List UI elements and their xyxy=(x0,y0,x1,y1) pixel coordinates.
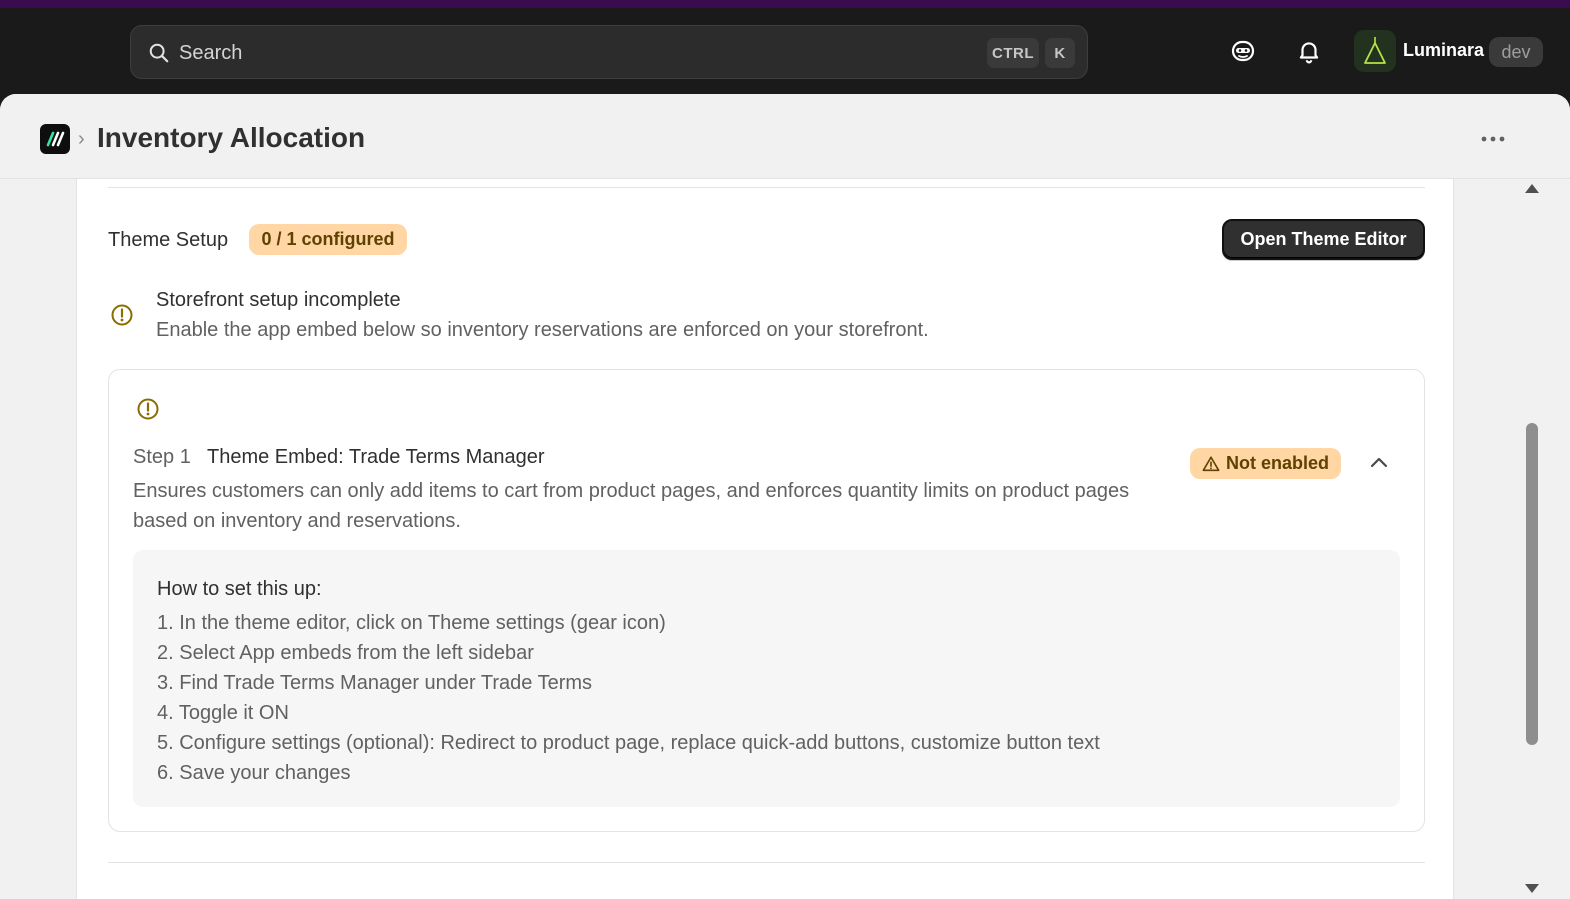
list-item: 2. Select App embeds from the left sideb… xyxy=(157,642,534,664)
assistant-icon xyxy=(1231,40,1255,62)
search-bar[interactable]: Search CTRL K xyxy=(130,25,1088,79)
shortcut-ctrl-key: CTRL xyxy=(987,38,1039,68)
notifications-button[interactable] xyxy=(1291,33,1327,69)
status-badge-label: Not enabled xyxy=(1225,453,1329,473)
chevron-up-icon xyxy=(1370,457,1388,468)
list-item: 1. In the theme editor, click on Theme s… xyxy=(157,612,666,634)
instructions-list: 1. In the theme editor, click on Theme s… xyxy=(157,608,1100,788)
shortcut-k-key: K xyxy=(1045,38,1075,68)
alert-circle-icon xyxy=(137,398,159,420)
list-item: 6. Save your changes xyxy=(157,762,351,784)
store-logo-icon xyxy=(1364,37,1386,64)
app-frame: › Inventory Allocation Theme Setup 0 / 1… xyxy=(0,94,1570,899)
status-badge: Not enabled xyxy=(1190,448,1341,479)
more-actions-button[interactable] xyxy=(1476,124,1510,154)
breadcrumb-chevron-icon: › xyxy=(78,128,85,150)
step-title: Theme Embed: Trade Terms Manager xyxy=(207,446,545,468)
alert-circle-icon xyxy=(111,304,133,326)
alert-description: Enable the app embed below so inventory … xyxy=(156,319,929,341)
setup-instructions-panel: How to set this up: 1. In the theme edit… xyxy=(133,550,1400,807)
warning-triangle-icon xyxy=(1202,455,1220,471)
content-scroll-area[interactable]: Theme Setup 0 / 1 configured Open Theme … xyxy=(0,179,1570,899)
list-item: 4. Toggle it ON xyxy=(157,702,289,724)
top-bar: Search CTRL K Luminara dev xyxy=(0,8,1570,94)
section-title: Theme Setup xyxy=(108,229,229,251)
divider xyxy=(108,187,1425,188)
title-bar: › Inventory Allocation xyxy=(0,94,1570,179)
store-name[interactable]: Luminara xyxy=(1403,40,1484,61)
list-item: 3. Find Trade Terms Manager under Trade … xyxy=(157,672,593,694)
store-avatar[interactable] xyxy=(1354,30,1396,72)
top-accent-strip xyxy=(0,0,1570,8)
step-card: Step 1 Theme Embed: Trade Terms Manager … xyxy=(108,369,1425,832)
step-description: Ensures customers can only add items to … xyxy=(133,480,1130,532)
step-number-label: Step 1 xyxy=(133,446,191,468)
search-icon xyxy=(149,43,169,63)
vertical-scrollbar[interactable] xyxy=(1521,179,1543,899)
search-placeholder: Search xyxy=(179,42,243,64)
collapse-step-button[interactable] xyxy=(1366,448,1392,476)
scroll-up-arrow-icon[interactable] xyxy=(1525,184,1539,193)
alert-title: Storefront setup incomplete xyxy=(156,289,401,311)
scroll-down-arrow-icon[interactable] xyxy=(1525,884,1539,893)
app-logo-icon[interactable] xyxy=(40,124,70,154)
bell-icon xyxy=(1299,42,1319,64)
page-title: Inventory Allocation xyxy=(97,122,366,153)
divider xyxy=(108,862,1425,863)
list-item: 5. Configure settings (optional): Redire… xyxy=(157,732,1100,754)
configured-count-badge: 0 / 1 configured xyxy=(249,224,407,255)
open-theme-editor-button[interactable]: Open Theme Editor xyxy=(1222,219,1425,260)
assistant-button[interactable] xyxy=(1225,33,1261,69)
store-env-badge: dev xyxy=(1489,37,1543,67)
scrollbar-thumb[interactable] xyxy=(1526,423,1538,745)
theme-setup-card: Theme Setup 0 / 1 configured Open Theme … xyxy=(76,179,1454,899)
more-horizontal-icon xyxy=(1481,136,1505,142)
instructions-title: How to set this up: xyxy=(157,578,322,600)
